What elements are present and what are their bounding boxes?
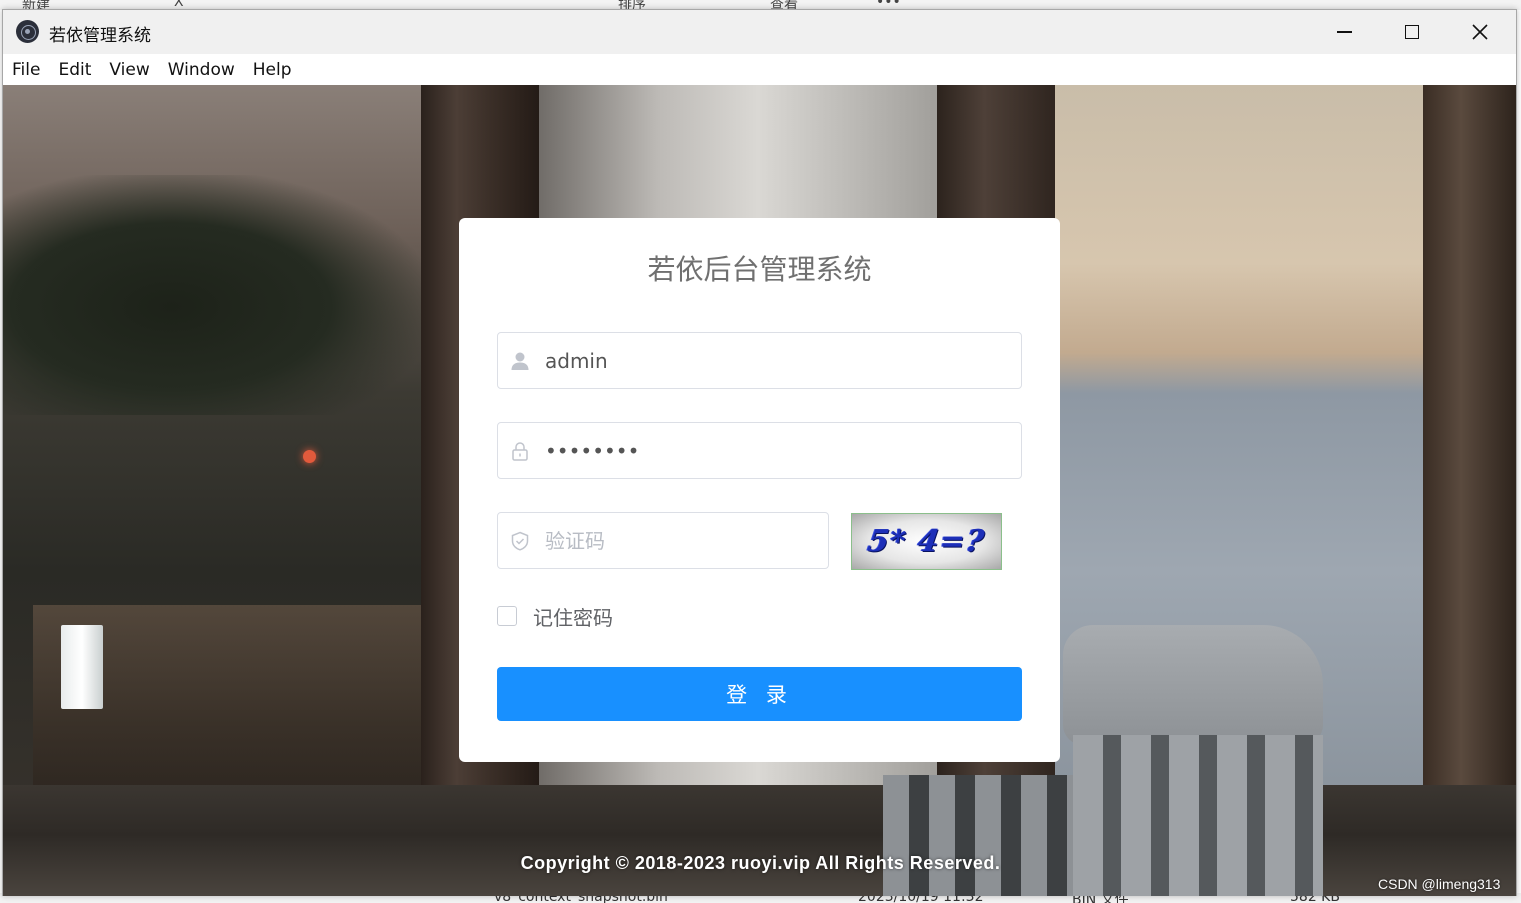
maximize-button[interactable] — [1381, 10, 1443, 54]
app-window: 若依管理系统 File Edit View Window Help 若依后台管理… — [2, 9, 1517, 896]
password-input[interactable] — [543, 423, 1011, 478]
minimize-button[interactable] — [1313, 10, 1375, 54]
menu-edit[interactable]: Edit — [58, 60, 91, 80]
captcha-input[interactable] — [543, 513, 818, 568]
window-title: 若依管理系统 — [49, 26, 151, 46]
bg-frame-right — [1423, 85, 1516, 896]
bg-cup — [61, 625, 103, 709]
csdn-watermark: CSDN @limeng313 — [1378, 876, 1501, 892]
login-title: 若依后台管理系统 — [647, 253, 872, 286]
bg-trees — [3, 175, 423, 415]
login-form: 若依后台管理系统 admin 验证码 5* 4=? 记住密码 登 录 — [459, 218, 1060, 762]
login-button[interactable]: 登 录 — [497, 667, 1022, 721]
close-icon — [1472, 24, 1488, 40]
shield-icon — [511, 531, 529, 551]
title-bar[interactable]: 若依管理系统 — [3, 10, 1516, 54]
electron-icon — [16, 20, 39, 43]
menu-file[interactable]: File — [12, 60, 40, 80]
remember-label: 记住密码 — [533, 605, 613, 630]
remember-checkbox[interactable] — [497, 606, 517, 626]
remember-password[interactable]: 记住密码 — [497, 604, 613, 630]
bg-chair-legs — [883, 775, 1073, 896]
close-button[interactable] — [1449, 10, 1511, 54]
copyright-footer: Copyright © 2018-2023 ruoyi.vip All Righ… — [520, 853, 1001, 873]
bg-chair-back — [1063, 625, 1323, 745]
menu-window[interactable]: Window — [168, 60, 235, 80]
menu-bar: File Edit View Window Help — [3, 54, 1516, 85]
captcha-field[interactable] — [497, 512, 829, 569]
captcha-text: 5* 4=? — [865, 524, 988, 559]
username-field[interactable] — [497, 332, 1022, 389]
lock-icon — [512, 442, 528, 461]
menu-view[interactable]: View — [109, 60, 149, 80]
minimize-icon — [1336, 31, 1352, 33]
maximize-icon — [1405, 25, 1419, 39]
user-icon — [511, 352, 529, 370]
captcha-image[interactable]: 5* 4=? — [851, 513, 1002, 570]
username-input[interactable] — [543, 333, 1011, 388]
bg-light — [303, 450, 316, 463]
password-field[interactable] — [497, 422, 1022, 479]
menu-help[interactable]: Help — [253, 60, 292, 80]
login-page: 若依后台管理系统 admin 验证码 5* 4=? 记住密码 登 录 Copyr… — [3, 85, 1516, 896]
